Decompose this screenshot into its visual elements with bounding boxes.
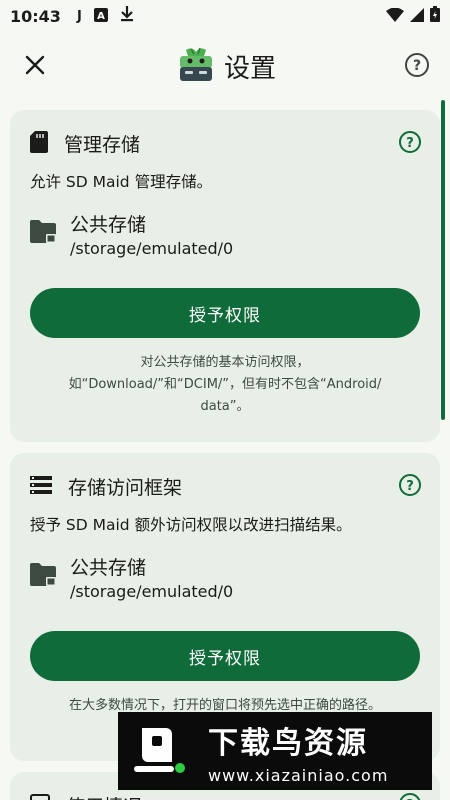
hint-line: 如“Download/”和“DCIM/”，但有时不包含“Android/	[68, 377, 382, 392]
status-bar: 10:43 J A	[0, 0, 450, 32]
sd-card-icon	[30, 130, 48, 157]
bird-logo-icon	[134, 728, 185, 773]
folder-lock-icon	[30, 219, 58, 249]
usage-stats-icon	[30, 793, 50, 800]
app-logo-icon	[178, 46, 214, 86]
help-button[interactable]: ?	[402, 50, 432, 80]
top-app-bar: 设置 ?	[0, 32, 450, 100]
close-icon	[25, 55, 45, 75]
wifi-icon	[386, 7, 404, 26]
storage-path: /storage/emulated/0	[70, 239, 234, 258]
card-manage-storage: 管理存储 ? 允许 SD Maid 管理存储。 公共存储 /storage/em…	[10, 110, 440, 442]
hint-text: 对公共存储的基本访问权限， 如“Download/”和“DCIM/”，但有时不包…	[30, 352, 420, 418]
storage-location: 公共存储 /storage/emulated/0	[30, 210, 233, 258]
help-circle-icon[interactable]: ?	[398, 792, 422, 800]
card-title: 使用情况	[66, 792, 142, 800]
close-button[interactable]	[20, 50, 50, 80]
storage-name: 公共存储	[70, 214, 147, 236]
watermark-url: www.xiazainiao.com	[208, 765, 389, 785]
battery-icon	[430, 6, 440, 26]
help-circle-icon[interactable]: ?	[398, 130, 422, 154]
watermark: 下载鸟资源 www.xiazainiao.com	[118, 712, 432, 790]
svg-text:?: ?	[406, 136, 414, 151]
svg-text:A: A	[97, 11, 105, 22]
hint-line: data”。	[200, 399, 250, 414]
storage-path: /storage/emulated/0	[70, 582, 234, 601]
app-notification-icon: A	[93, 7, 108, 26]
svg-text:?: ?	[406, 479, 414, 494]
grant-permission-button[interactable]: 授予权限	[30, 288, 420, 338]
download-icon	[120, 6, 134, 26]
help-circle-icon[interactable]: ?	[398, 473, 422, 497]
card-title: 存储访问框架	[68, 477, 183, 499]
grant-permission-button[interactable]: 授予权限	[30, 631, 420, 681]
card-description: 允许 SD Maid 管理存储。	[30, 173, 213, 191]
card-description: 授予 SD Maid 额外访问权限以改进扫描结果。	[30, 516, 352, 534]
svg-text:?: ?	[413, 58, 421, 74]
page-title: 设置	[224, 53, 277, 84]
notification-icon: J	[76, 8, 82, 24]
signal-icon	[410, 7, 424, 26]
hint-line: 对公共存储的基本访问权限，	[140, 355, 310, 370]
scrollbar[interactable]	[441, 100, 445, 420]
storage-location: 公共存储 /storage/emulated/0	[30, 553, 233, 601]
status-time: 10:43	[10, 6, 61, 26]
folder-lock-icon	[30, 562, 58, 592]
help-circle-icon: ?	[405, 53, 429, 77]
watermark-title: 下载鸟资源	[208, 725, 368, 761]
storage-list-icon	[30, 475, 52, 498]
card-title: 管理存储	[64, 134, 141, 156]
storage-name: 公共存储	[70, 557, 147, 579]
